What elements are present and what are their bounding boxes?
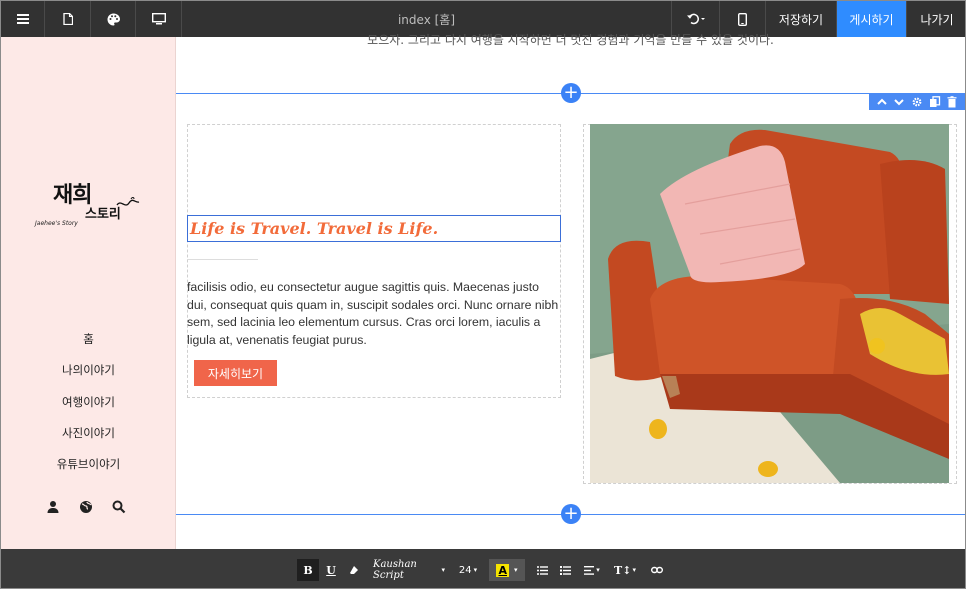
move-up-icon[interactable] — [876, 96, 888, 108]
move-down-icon[interactable] — [893, 96, 905, 108]
eraser-icon — [350, 566, 358, 574]
clear-format-button[interactable] — [344, 559, 364, 581]
highlight-color-picker[interactable]: A ▾ — [489, 559, 525, 581]
delete-icon[interactable] — [946, 96, 958, 108]
add-section-button-top[interactable]: + — [561, 83, 581, 103]
details-button[interactable]: 자세히보기 — [194, 360, 277, 386]
highlight-letter-icon: A — [496, 563, 509, 577]
nav-item-my-story[interactable]: 나의이야기 — [1, 362, 176, 378]
body-paragraph[interactable]: facilisis odio, eu consectetur augue sag… — [187, 279, 561, 349]
sidebar-icon-row — [1, 499, 176, 519]
logo-subtitle: 스토리 — [85, 207, 121, 222]
site-sidebar: 재희 스토리 Jaehee's Story 홈 나의이야기 여행이야기 사진이야… — [1, 37, 176, 549]
numbered-list-icon — [559, 565, 571, 575]
font-size-select[interactable]: 24 ▾ — [455, 559, 481, 581]
align-select[interactable]: ▾ — [580, 559, 604, 581]
menu-icon — [16, 14, 29, 24]
sofa-illustration — [590, 124, 949, 483]
text-format-bar: B U Kaushan Script ▾ 24 ▾ A ▾ ▾ T↕ ▾ — [1, 549, 965, 588]
nav-item-youtube-story[interactable]: 유튜브이야기 — [1, 456, 176, 472]
headline-text[interactable]: Life is Travel. Travel is Life. — [187, 215, 561, 242]
design-button[interactable] — [91, 1, 136, 37]
page-canvas: 모으자. 그리고 다시 여행을 시작하면 더 멋진 경험과 기억을 만들 수 있… — [176, 33, 965, 549]
search-icon[interactable] — [111, 499, 127, 515]
pages-button[interactable] — [45, 1, 91, 37]
copy-icon[interactable] — [929, 96, 941, 108]
monitor-icon — [151, 13, 166, 25]
text-block[interactable] — [187, 124, 561, 398]
link-icon — [651, 566, 663, 574]
menu-button[interactable] — [1, 1, 45, 37]
bullet-list-button[interactable] — [534, 559, 550, 581]
chevron-down-icon: ▾ — [473, 566, 478, 574]
undo-icon — [686, 13, 705, 25]
underline-button[interactable]: U — [321, 559, 341, 581]
nav-item-photo-story[interactable]: 사진이야기 — [1, 425, 176, 441]
plus-icon: + — [563, 82, 579, 103]
chevron-down-icon: ▾ — [632, 566, 636, 574]
section-toolbar — [869, 94, 965, 110]
font-family-value: Kaushan Script — [373, 559, 417, 581]
font-family-select[interactable]: Kaushan Script ▾ — [373, 559, 445, 581]
editor-window: index [홈] 저장하기 게시하기 나가기 재희 스토리 Jaehee's … — [0, 0, 966, 589]
chevron-down-icon: ▾ — [441, 566, 445, 574]
plus-icon: + — [563, 503, 579, 524]
bold-button[interactable]: B — [297, 559, 319, 581]
logo-caption: Jaehee's Story — [35, 220, 78, 227]
font-size-value: 24 — [458, 564, 472, 576]
globe-icon[interactable] — [78, 499, 94, 515]
palette-icon — [107, 13, 120, 25]
bullet-list-icon — [536, 565, 548, 575]
page-icon — [62, 13, 73, 25]
mobile-icon — [738, 12, 747, 26]
link-button[interactable] — [648, 559, 666, 581]
chevron-down-icon: ▾ — [596, 566, 600, 574]
chevron-down-icon: ▾ — [514, 566, 518, 574]
text-size-select[interactable]: T↕ ▾ — [613, 559, 637, 581]
divider — [187, 259, 258, 260]
user-icon[interactable] — [45, 499, 61, 515]
site-logo[interactable]: 재희 스토리 Jaehee's Story — [35, 177, 145, 237]
align-icon — [584, 565, 595, 575]
settings-icon[interactable] — [911, 96, 923, 108]
text-size-icon: T↕ — [614, 563, 632, 577]
nav-item-home[interactable]: 홈 — [1, 331, 176, 347]
nav-item-travel-story[interactable]: 여행이야기 — [1, 394, 176, 410]
numbered-list-button[interactable] — [557, 559, 573, 581]
sofa-image[interactable] — [590, 124, 949, 483]
previous-section-text[interactable]: 모으자. 그리고 다시 여행을 시작하면 더 멋진 경험과 기억을 만들 수 있… — [176, 31, 965, 48]
add-section-button-bottom[interactable]: + — [561, 504, 581, 524]
